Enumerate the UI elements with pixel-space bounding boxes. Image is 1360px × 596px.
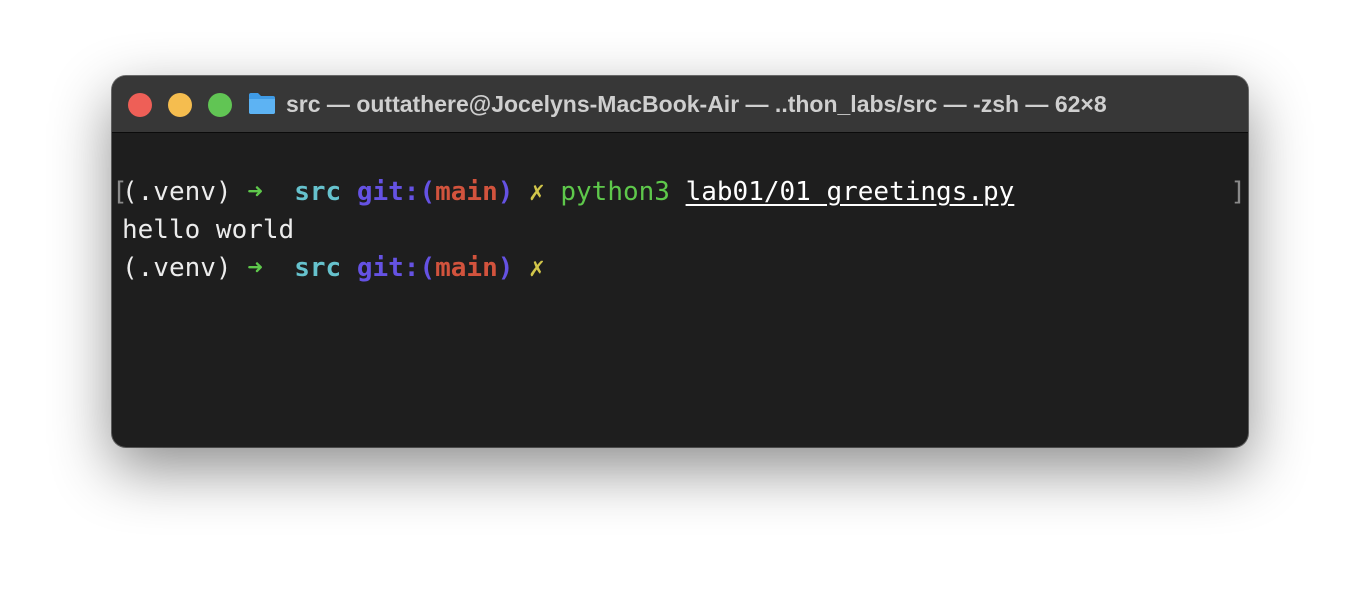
terminal-line-prompt: (.venv) ➜ src git:(main) ✗ bbox=[122, 249, 545, 287]
git-suffix: ) bbox=[497, 253, 514, 283]
git-suffix: ) bbox=[497, 177, 514, 207]
terminal-line-output: hello world bbox=[122, 211, 294, 249]
venv-label: (.venv) bbox=[122, 177, 232, 207]
terminal-content[interactable]: [ ] (.venv) ➜ src git:(main) ✗ python3 l… bbox=[112, 133, 1248, 447]
minimize-button[interactable] bbox=[168, 93, 192, 117]
git-prefix: git:( bbox=[356, 177, 436, 207]
git-prefix: git:( bbox=[356, 253, 436, 283]
terminal-window[interactable]: src — outtathere@Jocelyns-MacBook-Air — … bbox=[112, 76, 1248, 447]
prompt-arrow-icon: ➜ bbox=[247, 253, 263, 283]
line-mark-right: ] bbox=[1230, 177, 1246, 207]
prompt-directory: src bbox=[294, 177, 342, 207]
venv-label: (.venv) bbox=[122, 253, 232, 283]
folder-icon bbox=[249, 93, 275, 114]
zoom-button[interactable] bbox=[208, 93, 232, 117]
git-branch: main bbox=[435, 177, 498, 207]
prompt-arrow-icon: ➜ bbox=[247, 177, 263, 207]
command-name: python3 bbox=[560, 177, 670, 207]
terminal-line-command: (.venv) ➜ src git:(main) ✗ python3 lab01… bbox=[122, 173, 1014, 211]
command-output: hello world bbox=[122, 215, 295, 245]
git-dirty-icon: ✗ bbox=[529, 177, 545, 207]
prompt-directory: src bbox=[294, 253, 342, 283]
title-bar[interactable]: src — outtathere@Jocelyns-MacBook-Air — … bbox=[112, 76, 1248, 133]
git-branch: main bbox=[435, 253, 498, 283]
command-argument-path[interactable]: lab01/01_greetings.py bbox=[686, 177, 1015, 207]
git-dirty-icon: ✗ bbox=[529, 253, 545, 283]
close-button[interactable] bbox=[128, 93, 152, 117]
window-title: src — outtathere@Jocelyns-MacBook-Air — … bbox=[286, 91, 1107, 117]
